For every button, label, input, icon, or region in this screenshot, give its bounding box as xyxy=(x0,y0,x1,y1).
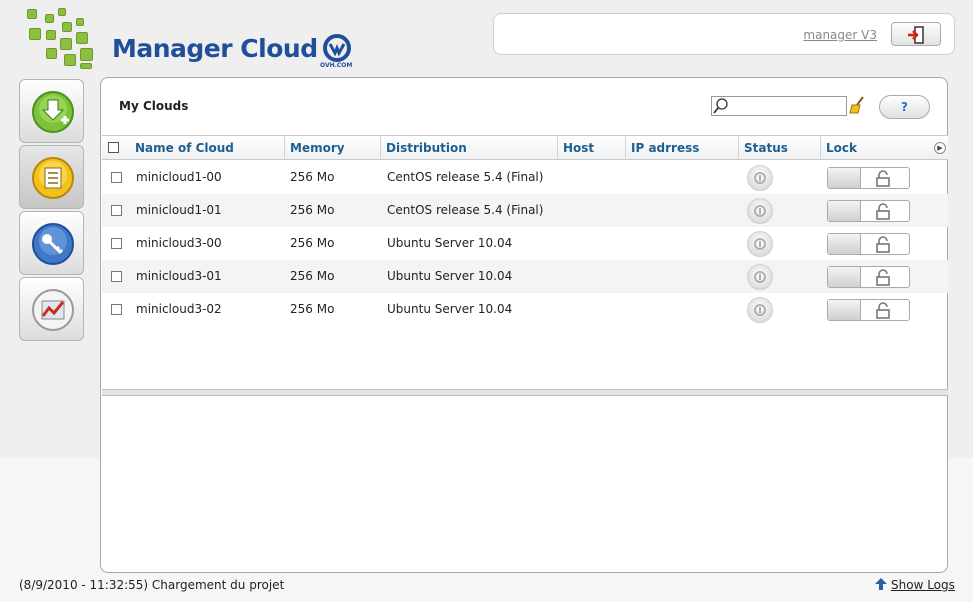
power-status-icon[interactable] xyxy=(747,297,773,323)
logo-square xyxy=(76,18,84,26)
lock-toggle[interactable] xyxy=(827,233,910,255)
brand-title: Manager Cloud xyxy=(112,34,318,63)
logo-square xyxy=(76,32,88,44)
logo-square xyxy=(64,54,76,66)
column-header-status[interactable]: Status xyxy=(739,136,821,160)
column-header-ip[interactable]: IP adrress xyxy=(626,136,739,160)
clouds-table: Name of Cloud Memory Distribution Host I… xyxy=(102,135,948,389)
select-all-checkbox[interactable] xyxy=(108,142,119,153)
logo-square xyxy=(46,30,56,40)
manager-v3-link[interactable]: manager V3 xyxy=(803,28,877,42)
unlock-icon xyxy=(876,302,890,319)
sidebar-item-list[interactable] xyxy=(19,145,84,209)
download-add-icon xyxy=(32,91,74,133)
unlock-icon xyxy=(876,269,890,286)
cell-distribution: Ubuntu Server 10.04 xyxy=(387,302,513,316)
search-icon xyxy=(713,98,728,114)
chart-icon xyxy=(32,289,74,331)
column-header-lock[interactable]: Lock xyxy=(821,136,931,160)
show-logs-link[interactable]: Show Logs xyxy=(874,577,955,592)
power-status-icon[interactable] xyxy=(747,198,773,224)
logout-icon xyxy=(908,26,924,44)
lock-toggle[interactable] xyxy=(827,266,910,288)
power-status-icon[interactable] xyxy=(747,165,773,191)
row-checkbox[interactable] xyxy=(111,304,122,315)
key-icon xyxy=(32,223,74,265)
cell-distribution: Ubuntu Server 10.04 xyxy=(387,269,513,283)
logo-square xyxy=(29,28,41,40)
cell-memory: 256 Mo xyxy=(290,269,335,283)
sidebar-item-key[interactable] xyxy=(19,211,84,275)
lock-toggle[interactable] xyxy=(827,167,910,189)
cell-name: minicloud3-01 xyxy=(136,269,222,283)
logo-square xyxy=(80,48,93,61)
table-row[interactable]: minicloud3-00 256 Mo Ubuntu Server 10.04 xyxy=(102,227,948,260)
cell-name: minicloud3-02 xyxy=(136,302,222,316)
cell-memory: 256 Mo xyxy=(290,236,335,250)
show-logs-label: Show Logs xyxy=(891,578,955,592)
row-checkbox[interactable] xyxy=(111,238,122,249)
cell-name: minicloud1-00 xyxy=(136,170,222,184)
logo-square xyxy=(62,22,72,32)
table-row[interactable]: minicloud1-01 256 Mo CentOS release 5.4 … xyxy=(102,194,948,227)
cell-name: minicloud1-01 xyxy=(136,203,222,217)
top-panel: manager V3 xyxy=(493,13,955,55)
list-icon xyxy=(32,157,74,199)
row-checkbox[interactable] xyxy=(111,172,122,183)
column-header-memory[interactable]: Memory xyxy=(285,136,381,160)
column-menu-icon[interactable]: ▶ xyxy=(934,142,946,154)
help-button[interactable]: ? xyxy=(879,95,930,119)
cell-name: minicloud3-00 xyxy=(136,236,222,250)
clear-search-icon[interactable] xyxy=(849,96,865,114)
column-header-name[interactable]: Name of Cloud xyxy=(130,136,285,160)
unlock-icon xyxy=(876,203,890,220)
lock-toggle[interactable] xyxy=(827,299,910,321)
status-message: (8/9/2010 - 11:32:55) Chargement du proj… xyxy=(19,578,285,592)
main-panel: My Clouds ? Name of Cloud Memory Distrib… xyxy=(100,77,948,573)
search-input[interactable] xyxy=(711,96,847,116)
lock-toggle[interactable] xyxy=(827,200,910,222)
column-header-host[interactable]: Host xyxy=(558,136,626,160)
sidebar-item-download-add[interactable] xyxy=(19,79,84,143)
power-status-icon[interactable] xyxy=(747,264,773,290)
logo-square xyxy=(45,14,54,23)
logo-square xyxy=(60,38,72,50)
sidebar-item-stats[interactable] xyxy=(19,277,84,341)
logout-button[interactable] xyxy=(891,22,941,46)
table-header: Name of Cloud Memory Distribution Host I… xyxy=(102,136,948,160)
page-title: My Clouds xyxy=(119,99,189,113)
table-row[interactable]: minicloud3-02 256 Mo Ubuntu Server 10.04 xyxy=(102,293,948,326)
logo-square xyxy=(80,63,92,69)
cell-distribution: CentOS release 5.4 (Final) xyxy=(387,170,544,184)
cell-distribution: CentOS release 5.4 (Final) xyxy=(387,203,544,217)
logo: Manager Cloud OVH.COM xyxy=(24,8,364,70)
arrow-up-icon xyxy=(875,578,887,590)
power-status-icon[interactable] xyxy=(747,231,773,257)
unlock-icon xyxy=(876,170,890,187)
panel-splitter[interactable] xyxy=(102,389,948,396)
row-checkbox[interactable] xyxy=(111,271,122,282)
logo-square xyxy=(27,9,37,19)
unlock-icon xyxy=(876,236,890,253)
table-row[interactable]: minicloud1-00 256 Mo CentOS release 5.4 … xyxy=(102,161,948,194)
cell-memory: 256 Mo xyxy=(290,170,335,184)
cell-memory: 256 Mo xyxy=(290,203,335,217)
ovh-label: OVH.COM xyxy=(320,62,353,69)
column-header-distribution[interactable]: Distribution xyxy=(381,136,558,160)
cell-distribution: Ubuntu Server 10.04 xyxy=(387,236,513,250)
logo-square xyxy=(46,48,57,59)
cell-memory: 256 Mo xyxy=(290,302,335,316)
logo-square xyxy=(58,8,66,16)
row-checkbox[interactable] xyxy=(111,205,122,216)
table-row[interactable]: minicloud3-01 256 Mo Ubuntu Server 10.04 xyxy=(102,260,948,293)
